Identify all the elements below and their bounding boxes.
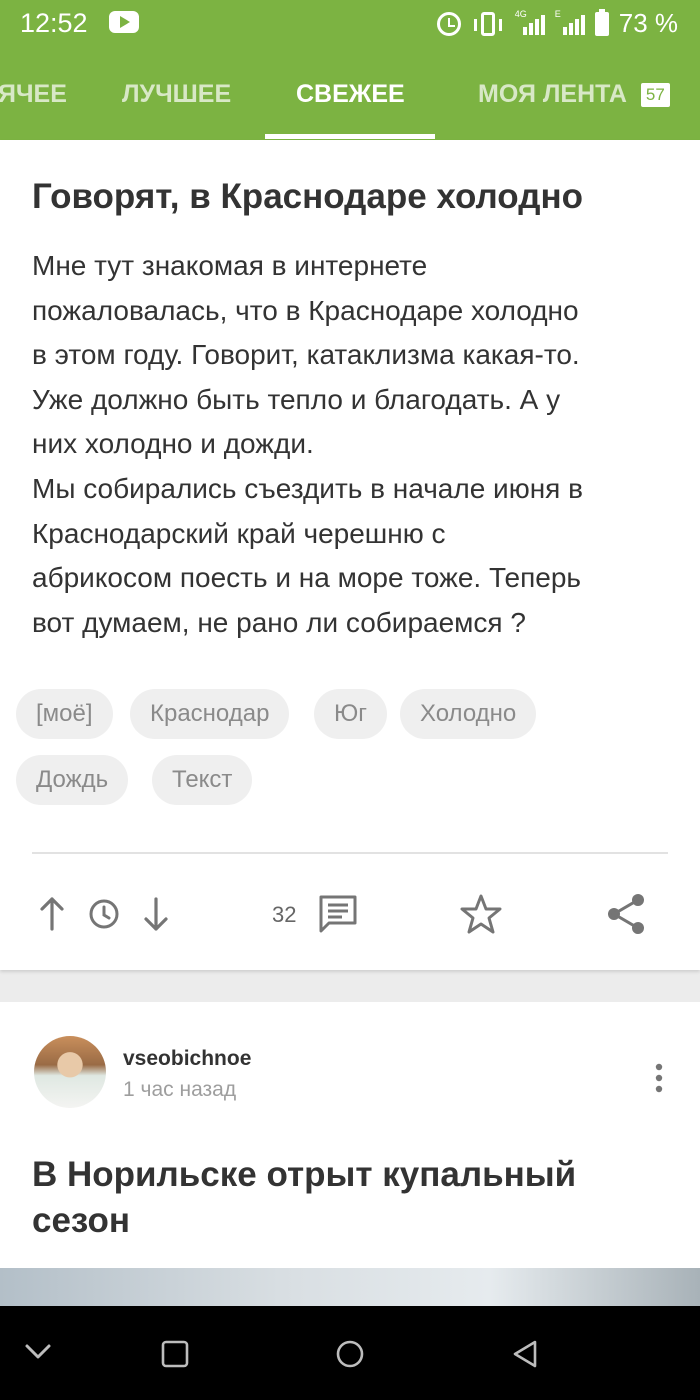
post-body-line: пожаловалась, что в Краснодаре холодно	[32, 294, 579, 326]
post-body-line: Уже должно быть тепло и благодать. А у	[32, 383, 561, 415]
vibrate-icon	[473, 11, 502, 36]
recents-icon[interactable]	[160, 1339, 190, 1374]
avatar[interactable]	[34, 1036, 106, 1108]
author-name[interactable]: vseobichnoe	[123, 1047, 251, 1071]
status-bar: 12:52 4G E 73 %	[0, 0, 700, 48]
tab-my-feed[interactable]: МОЯ ЛЕНТА 57	[478, 80, 670, 109]
status-time: 12:52	[20, 8, 88, 38]
clock-icon[interactable]	[88, 898, 120, 935]
post-body-line: абрикосом поесть и на море тоже. Теперь	[32, 562, 581, 594]
system-nav-bar	[0, 1306, 700, 1400]
comments-count: 32	[272, 902, 297, 927]
chevron-down-icon[interactable]	[24, 1342, 52, 1367]
post-title[interactable]: Говорят, в Краснодаре холодно	[32, 177, 672, 217]
post-actions: 32	[0, 880, 700, 950]
post-body-line: в этом году. Говорит, катаклизма какая-т…	[32, 339, 580, 371]
post-body-line: Мы собирались съездить в начале июня в	[32, 472, 583, 504]
status-icons: 4G E 73 %	[436, 8, 678, 39]
tab-my-feed-label: МОЯ ЛЕНТА	[478, 80, 627, 108]
home-icon[interactable]	[335, 1339, 365, 1374]
feed-count-badge: 57	[640, 83, 670, 107]
active-tab-indicator	[265, 134, 435, 139]
more-options-icon[interactable]	[654, 1063, 664, 1098]
signal-icon: E	[555, 9, 585, 35]
tag[interactable]: Текст	[152, 755, 253, 805]
post-body-line: вот думаем, не рано ли собираемся ?	[32, 606, 526, 638]
post-body: Мне тут знакомая в интернете пожаловалас…	[32, 244, 672, 645]
tab-best[interactable]: ЛУЧШЕЕ	[122, 80, 231, 109]
post-title[interactable]: В Норильске отрыт купальный сезон	[32, 1152, 672, 1244]
share-icon[interactable]	[606, 892, 646, 941]
tag[interactable]: Краснодар	[130, 689, 290, 739]
tag[interactable]: Дождь	[16, 755, 129, 805]
post-body-line: них холодно и дожди.	[32, 428, 314, 460]
post-time: 1 час назад	[123, 1078, 237, 1101]
post-card: Говорят, в Краснодаре холодно Мне тут зн…	[0, 140, 700, 970]
tab-hot[interactable]: ЯЧЕЕ	[0, 80, 67, 109]
battery-icon	[594, 8, 609, 36]
post-body-line: Краснодарский край черешню с	[32, 517, 446, 549]
tab-bar: ЯЧЕЕ ЛУЧШЕЕ СВЕЖЕЕ МОЯ ЛЕНТА 57	[0, 48, 700, 140]
tag[interactable]: Холодно	[400, 689, 537, 739]
alarm-icon	[436, 11, 461, 36]
youtube-icon	[109, 11, 139, 33]
divider	[32, 852, 668, 854]
back-icon[interactable]	[510, 1338, 540, 1375]
tab-fresh[interactable]: СВЕЖЕЕ	[296, 80, 405, 109]
signal-icon: 4G	[515, 9, 545, 35]
tag[interactable]: Юг	[314, 689, 387, 739]
post-body-line: Мне тут знакомая в интернете	[32, 250, 428, 281]
post-image-preview[interactable]	[0, 1268, 700, 1306]
comment-icon[interactable]	[316, 892, 360, 941]
battery-level: 73 %	[618, 8, 678, 38]
downvote-icon[interactable]	[142, 896, 170, 937]
star-icon[interactable]	[459, 892, 503, 941]
tag[interactable]: [моё]	[16, 689, 113, 739]
post-card: vseobichnoe 1 час назад В Норильске отры…	[0, 1002, 700, 1268]
upvote-icon[interactable]	[38, 896, 66, 937]
